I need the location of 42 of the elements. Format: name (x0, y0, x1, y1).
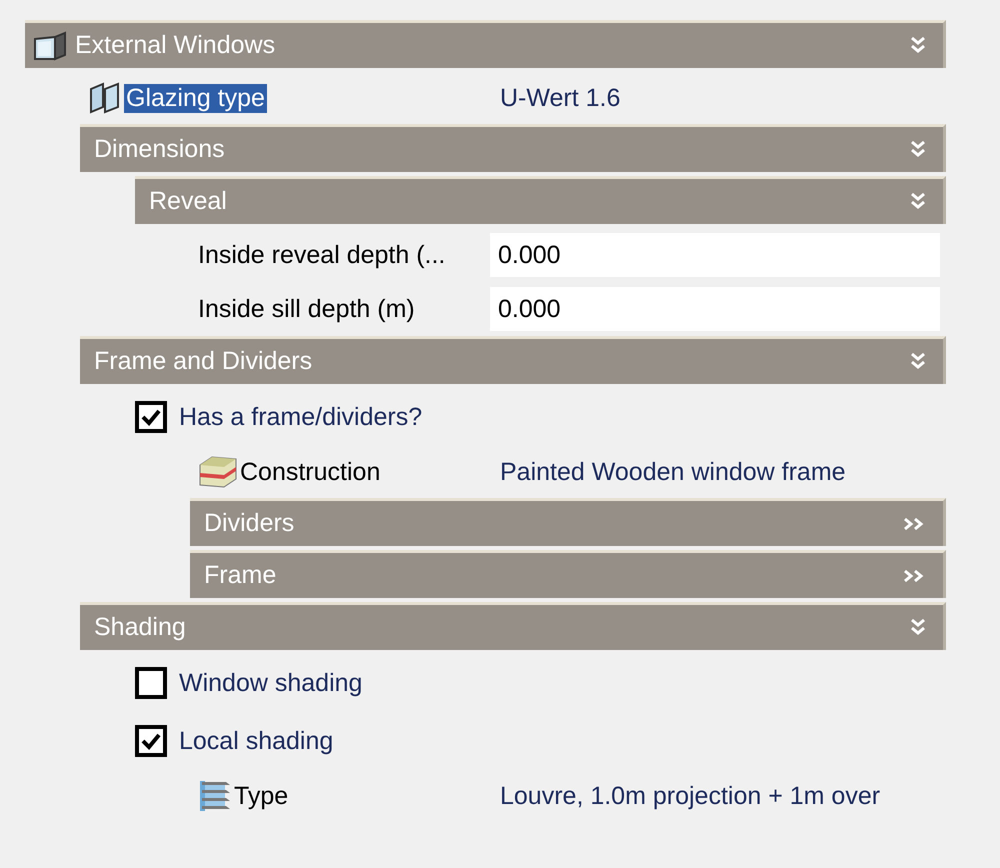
number-field[interactable]: 0.000 (490, 233, 940, 277)
section-header[interactable]: Dimensions (80, 124, 946, 172)
section-header[interactable]: Frame (190, 550, 946, 598)
expand-chevron-icon[interactable] (911, 352, 925, 372)
section-title: External Windows (75, 31, 276, 60)
section-title: Frame (204, 561, 278, 590)
property-value: U-Wert 1.6 (499, 84, 620, 112)
checkbox-label[interactable]: Has a frame/dividers? (179, 402, 422, 432)
expand-chevron-icon[interactable] (911, 140, 925, 160)
checkbox[interactable] (135, 667, 167, 699)
property-label[interactable]: Construction (238, 458, 382, 486)
section-header[interactable]: Dividers (190, 498, 946, 546)
section-title: Dimensions (94, 135, 226, 164)
section-title: Reveal (149, 187, 228, 216)
louvre-icon (198, 779, 232, 813)
window-icon (31, 30, 69, 60)
checkmark-icon (141, 732, 161, 750)
section-title: Frame and Dividers (94, 347, 314, 376)
section-header[interactable]: Shading (80, 602, 946, 650)
section-title: Dividers (204, 509, 296, 538)
checkbox-label[interactable]: Local shading (179, 726, 334, 756)
expand-chevron-icon[interactable] (911, 192, 925, 212)
number-field[interactable]: 0.000 (490, 287, 940, 331)
property-value: Painted Wooden window frame (499, 458, 846, 486)
checkmark-icon (141, 408, 161, 426)
property-label[interactable]: Glazing type (124, 84, 267, 112)
collapse-chevron-icon[interactable] (903, 568, 925, 582)
layered-block-icon (198, 455, 238, 489)
property-label[interactable]: Type (232, 782, 290, 810)
field-label: Inside sill depth (m) (198, 294, 416, 324)
section-header[interactable]: External Windows (25, 20, 946, 68)
checkbox-label[interactable]: Window shading (179, 668, 362, 698)
expand-chevron-icon[interactable] (911, 36, 925, 56)
expand-chevron-icon[interactable] (911, 618, 925, 638)
checkbox[interactable] (135, 401, 167, 433)
field-label: Inside reveal depth (... (198, 240, 446, 270)
section-header[interactable]: Frame and Dividers (80, 336, 946, 384)
section-title: Shading (94, 613, 187, 642)
checkbox[interactable] (135, 725, 167, 757)
collapse-chevron-icon[interactable] (903, 516, 925, 530)
section-header[interactable]: Reveal (135, 176, 946, 224)
property-value: Louvre, 1.0m projection + 1m over (499, 782, 880, 810)
